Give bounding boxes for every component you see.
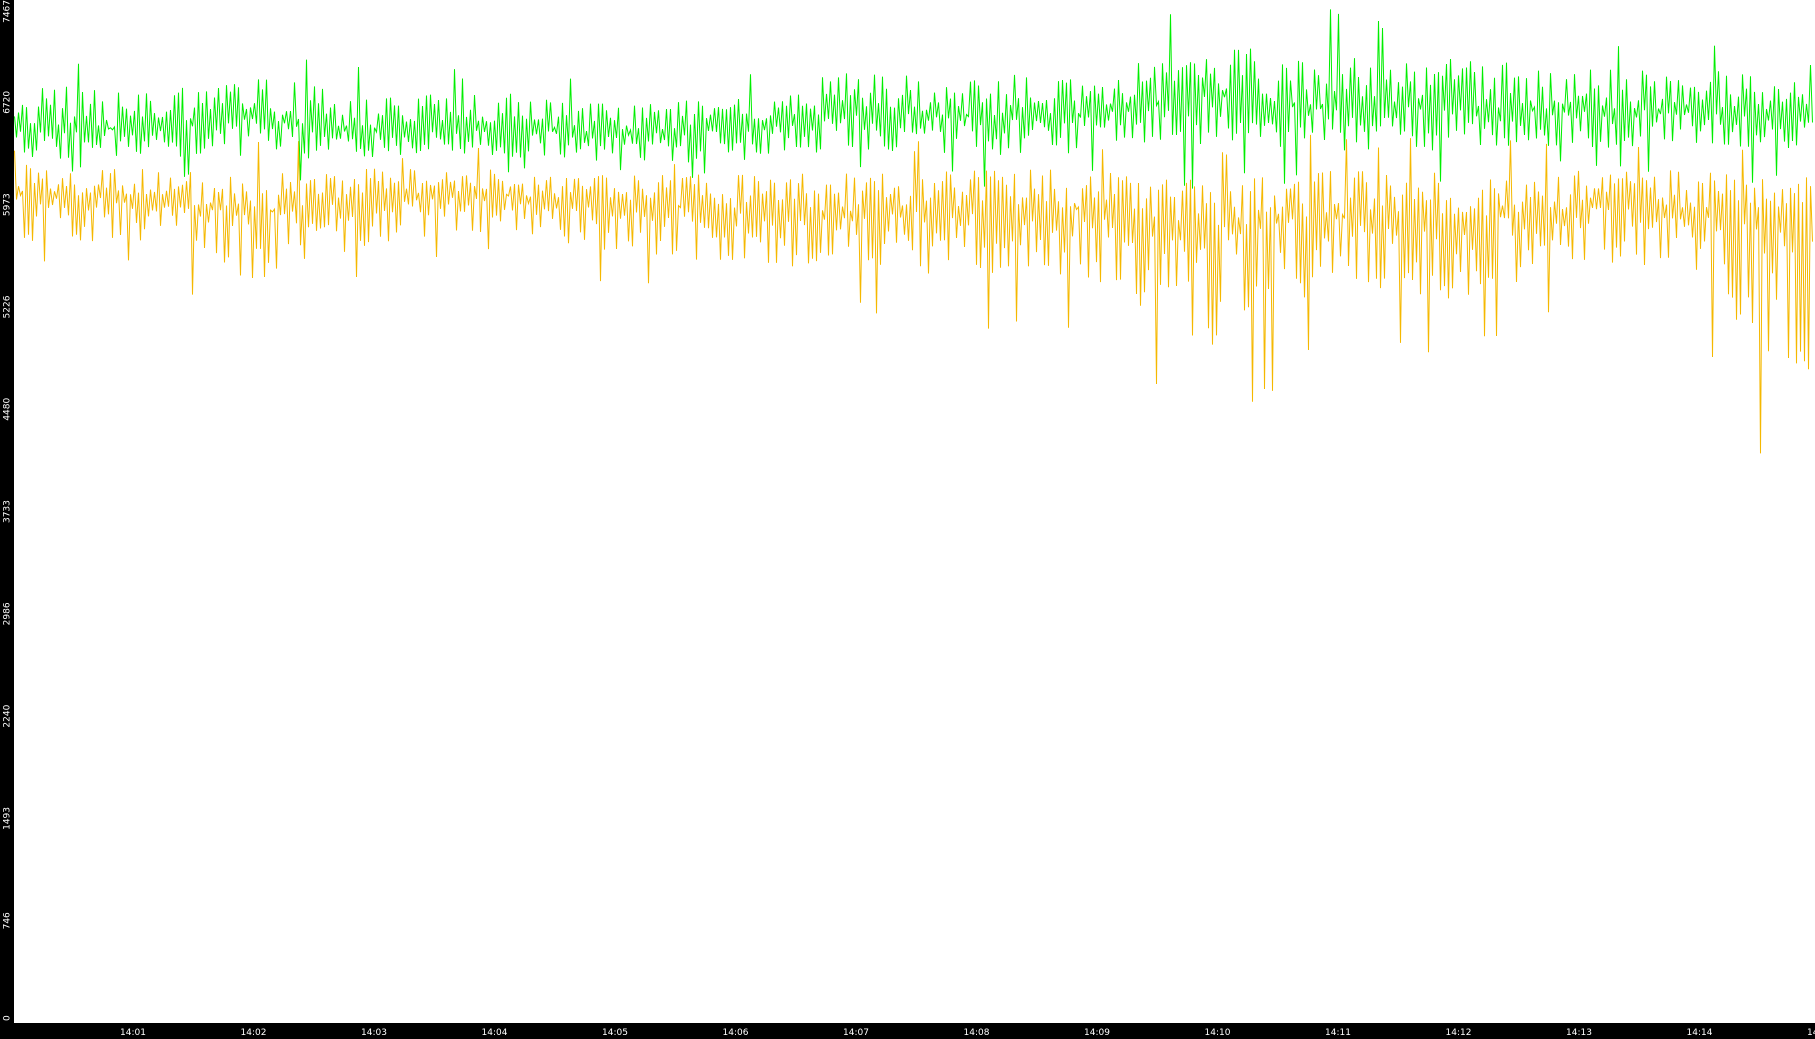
x-tick-label: 14:11 [1325,1028,1351,1038]
x-tick-label: 14:03 [361,1028,387,1038]
y-tick-label: 6720 [3,91,13,114]
x-tick-label: 14:12 [1446,1028,1472,1038]
x-tick-label: 14:06 [723,1028,749,1038]
x-tick-label: 14:07 [843,1028,869,1038]
y-tick-label: 0 [3,1015,13,1021]
y-tick-label: 2986 [3,602,13,625]
x-tick-label: 14:01 [120,1028,146,1038]
y-tick-label: 2240 [3,704,13,727]
x-tick-label: 14:05 [602,1028,628,1038]
x-tick-label: 14:04 [482,1028,508,1038]
y-tick-label: 4480 [3,398,13,421]
x-tick-label: 14:14 [1687,1028,1713,1038]
y-tick-label: 5226 [3,295,13,318]
x-tick-label: 14:02 [241,1028,267,1038]
y-tick-label: 5973 [3,193,13,216]
x-axis-bar [0,1023,1815,1039]
y-tick-label: 746 [3,912,13,929]
x-tick-label: 14:13 [1566,1028,1592,1038]
chart: 0 746 1493 2240 2986 3733 4480 5226 5973 6720 7467… [0,0,1815,1039]
y-tick-label: 1493 [3,807,13,830]
y-tick-label: 7467 [3,0,13,23]
x-tick-label: 14:08 [964,1028,990,1038]
x-tick-label: 14:15 [1807,1028,1815,1038]
x-tick-label: 14:10 [1205,1028,1231,1038]
x-tick-label: 14:09 [1084,1028,1110,1038]
y-tick-label: 3733 [3,500,13,523]
